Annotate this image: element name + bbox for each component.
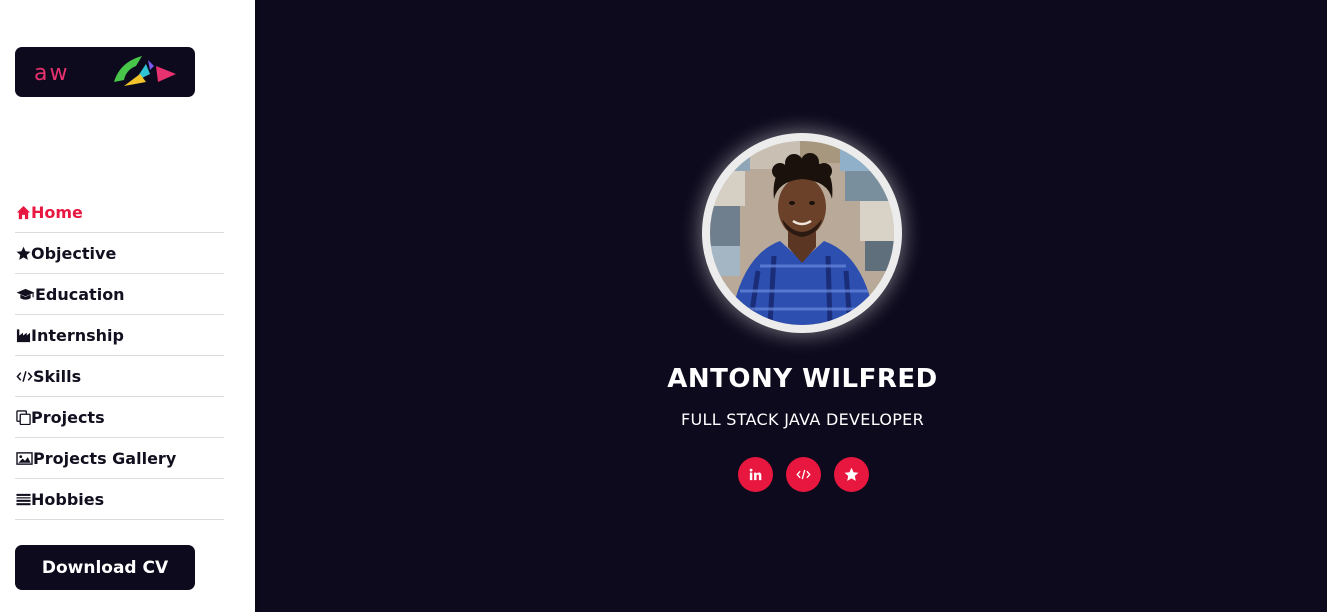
profile-name: ANTONY WILFRED — [667, 364, 938, 394]
sidebar-item-label: Projects — [31, 407, 105, 427]
sidebar-item-objective[interactable]: Objective — [15, 233, 224, 274]
sidebar-item-label: Hobbies — [31, 489, 105, 509]
sidebar-nav: Home Objective Education Internship Skil… — [15, 192, 224, 520]
copy-icon — [15, 409, 31, 425]
logo-mark-icon — [114, 56, 176, 86]
code-icon — [15, 368, 33, 384]
industry-icon — [15, 327, 31, 343]
star-icon — [15, 245, 31, 261]
logo-text: aw — [34, 60, 70, 86]
sidebar: aw Home Objective Education Internship S… — [0, 0, 255, 612]
linkedin-button[interactable] — [738, 457, 773, 492]
profile-photo — [710, 141, 894, 325]
favorite-button[interactable] — [834, 457, 869, 492]
graduation-cap-icon — [15, 286, 35, 302]
social-links — [738, 457, 869, 492]
star-icon — [844, 467, 859, 482]
sidebar-item-skills[interactable]: Skills — [15, 356, 224, 397]
main-content: ANTONY WILFRED FULL STACK JAVA DEVELOPER — [255, 0, 1327, 612]
logo[interactable]: aw — [15, 47, 195, 97]
list-icon — [15, 491, 31, 507]
sidebar-item-label: Skills — [33, 366, 82, 386]
profile-title: FULL STACK JAVA DEVELOPER — [680, 410, 925, 429]
sidebar-item-label: Projects Gallery — [33, 448, 177, 468]
sidebar-item-label: Home — [31, 202, 83, 222]
sidebar-item-projects[interactable]: Projects — [15, 397, 224, 438]
sidebar-item-home[interactable]: Home — [15, 192, 224, 233]
sidebar-item-education[interactable]: Education — [15, 274, 224, 315]
sidebar-item-label: Objective — [31, 243, 117, 263]
sidebar-item-label: Internship — [31, 325, 124, 345]
download-cv-button[interactable]: Download CV — [15, 545, 195, 590]
linkedin-icon — [748, 467, 763, 482]
code-profile-button[interactable] — [786, 457, 821, 492]
sidebar-item-label: Education — [35, 284, 125, 304]
sidebar-item-projects-gallery[interactable]: Projects Gallery — [15, 438, 224, 479]
sidebar-item-internship[interactable]: Internship — [15, 315, 224, 356]
profile-photo-frame — [702, 133, 902, 333]
home-icon — [15, 204, 31, 220]
image-icon — [15, 450, 33, 466]
code-icon — [796, 467, 811, 482]
sidebar-item-hobbies[interactable]: Hobbies — [15, 479, 224, 520]
